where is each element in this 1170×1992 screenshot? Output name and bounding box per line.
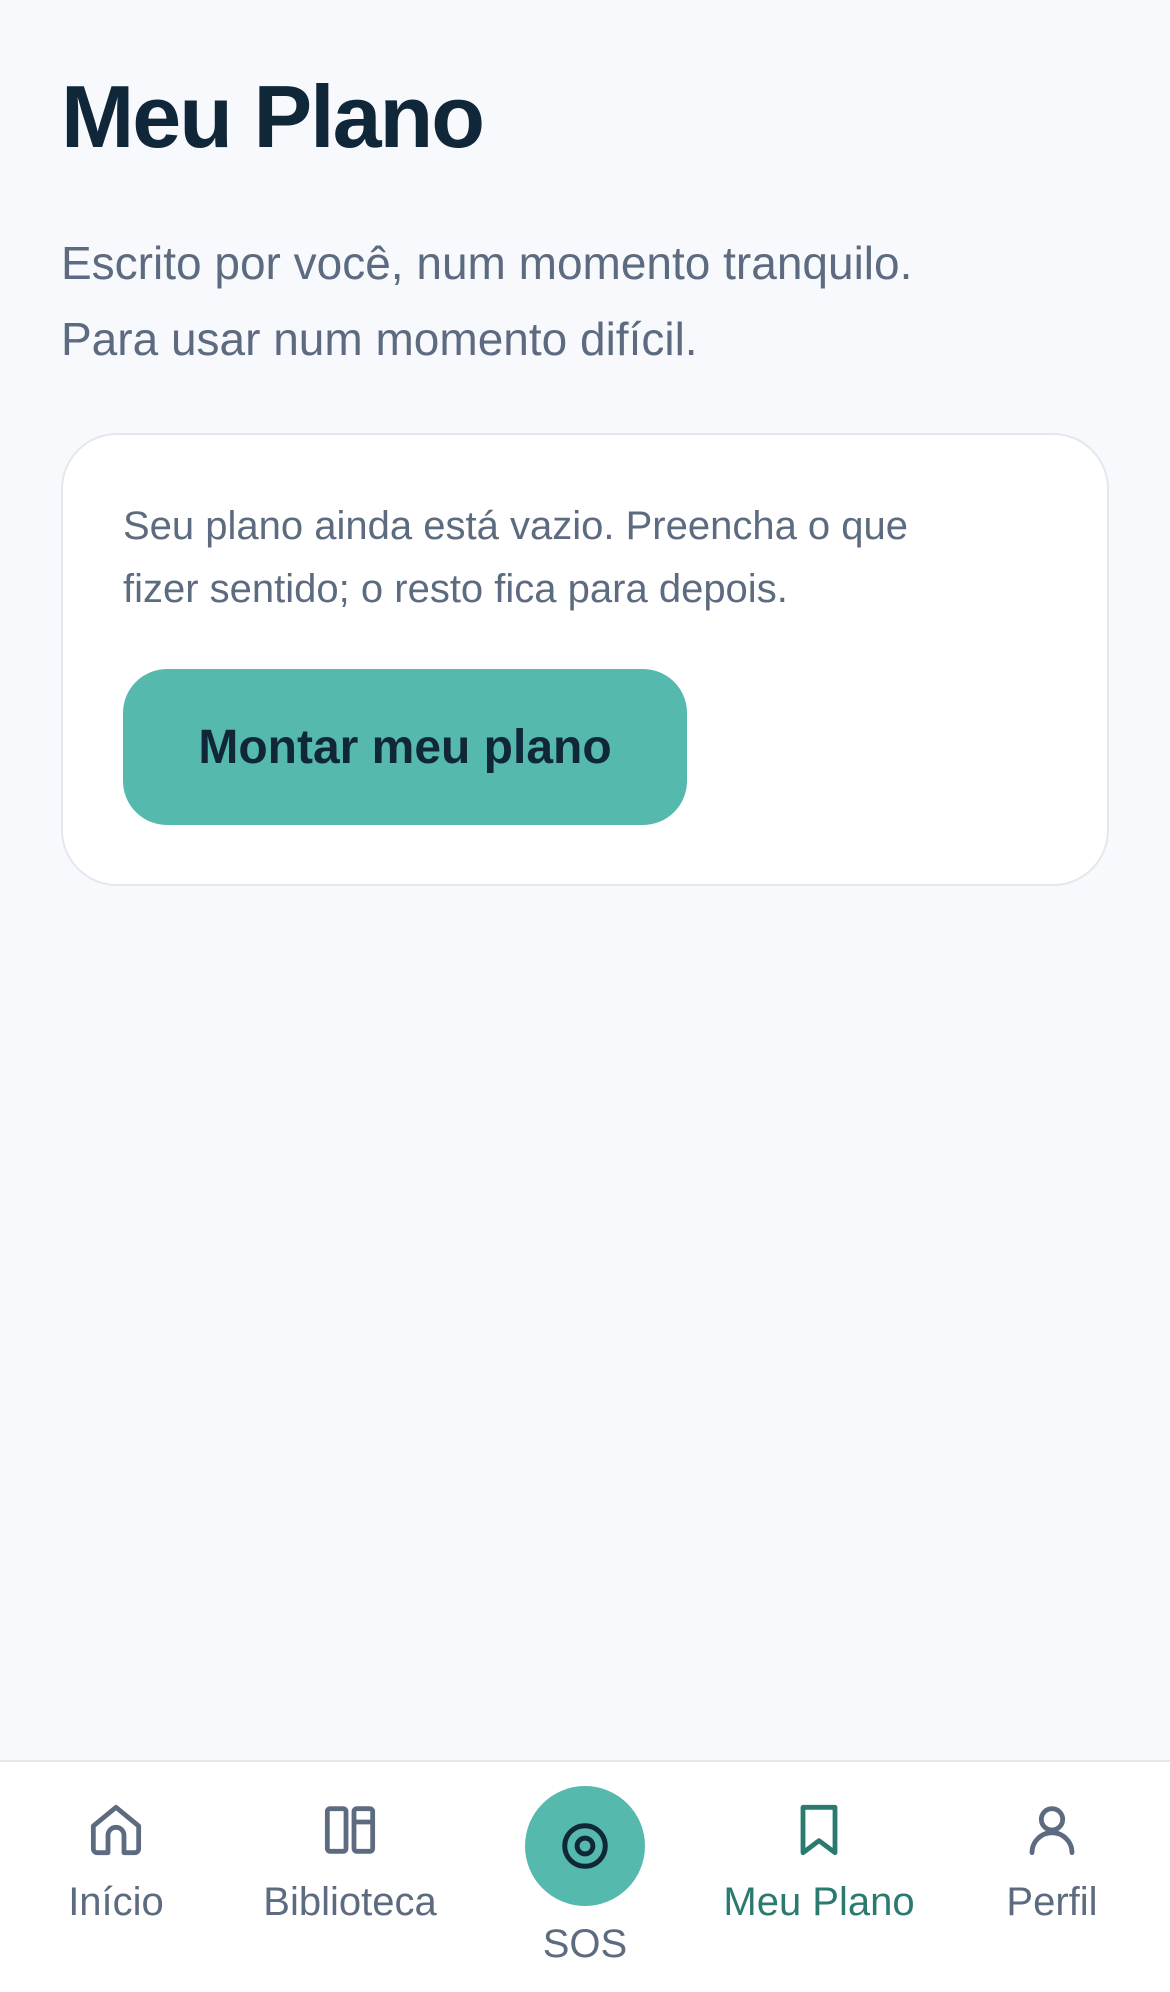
empty-plan-message-line-1: Seu plano ainda está vazio. Preencha o q… [123,504,909,548]
nav-label-sos: SOS [542,1922,628,1966]
empty-plan-message-line-2: fizer sentido; o resto fica para depois. [123,567,788,611]
nav-item-perfil[interactable]: Perfil [942,1762,1162,1992]
build-plan-button[interactable]: Montar meu plano [123,669,687,825]
nav-item-biblioteca[interactable]: Biblioteca [240,1762,460,1992]
nav-item-sos[interactable]: SOS [475,1762,695,1992]
bookmark-icon [787,1798,851,1862]
subtitle-line-1: Escrito por você, num momento tranquilo. [61,237,913,289]
user-icon [1020,1798,1084,1862]
sos-icon [558,1819,612,1873]
home-icon [84,1798,148,1862]
sos-button[interactable] [525,1786,645,1906]
nav-label-inicio: Início [68,1880,164,1924]
nav-item-inicio[interactable]: Início [6,1762,226,1992]
bottom-nav: Início Biblioteca SOS Meu Plano Perfil [0,1760,1170,1992]
page-title: Meu Plano [61,67,485,166]
page-subtitle: Escrito por você, num momento tranquilo.… [61,225,1101,377]
nav-item-meu-plano[interactable]: Meu Plano [709,1762,929,1992]
nav-label-biblioteca: Biblioteca [263,1880,437,1924]
library-icon [318,1798,382,1862]
empty-plan-card: Seu plano ainda está vazio. Preencha o q… [61,433,1109,886]
nav-label-meu-plano: Meu Plano [723,1880,915,1924]
empty-plan-message: Seu plano ainda está vazio. Preencha o q… [123,495,1043,621]
screen: Meu Plano Escrito por você, num momento … [0,0,1170,1992]
nav-label-perfil: Perfil [1006,1880,1098,1924]
subtitle-line-2: Para usar num momento difícil. [61,313,698,365]
